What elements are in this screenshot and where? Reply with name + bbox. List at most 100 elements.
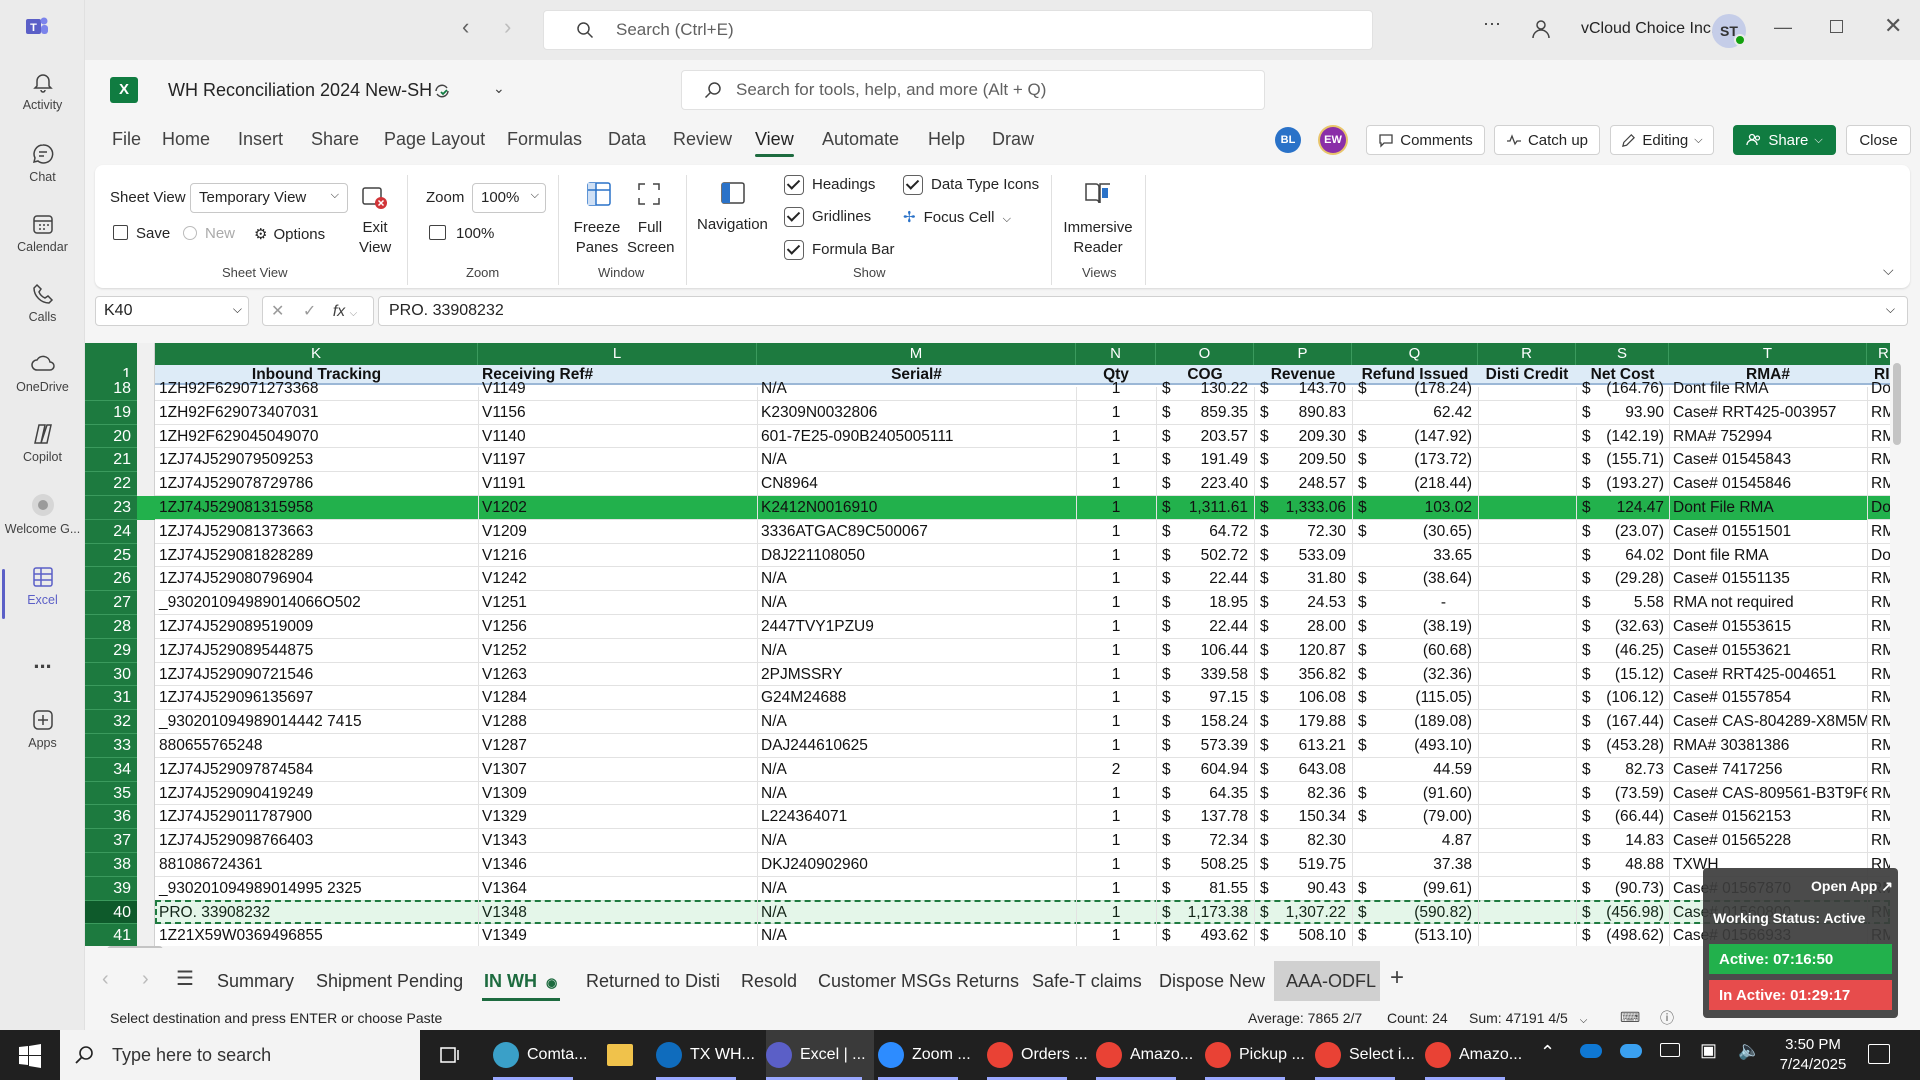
cell-serial[interactable]: N/A (757, 758, 1076, 782)
cell-receiving-ref[interactable]: V1346 (478, 853, 757, 877)
cell-rma[interactable]: Case# 01562153 (1669, 805, 1867, 829)
cell-inbound-tracking[interactable]: 1ZH92F629071273368 (155, 377, 478, 401)
table-row[interactable]: 29 1ZJ74J529089544875 V1252 N/A 1 $106.44 $120… (85, 638, 1905, 663)
sheet-tab-in-wh[interactable]: IN WH ◉ (484, 971, 557, 992)
cell-net-cost[interactable]: 48.88 (1588, 853, 1668, 877)
cell-cog[interactable]: 22.44 (1170, 567, 1252, 591)
menu-draw[interactable]: Draw (992, 129, 1034, 150)
menu-automate[interactable]: Automate (822, 129, 899, 150)
row-header[interactable]: 31 (85, 686, 137, 711)
cell-receiving-ref[interactable]: V1209 (478, 520, 757, 544)
table-row[interactable]: 36 1ZJ74J529011787900 V1329 L224364071 1 $137… (85, 805, 1905, 830)
cell-disti-credit[interactable] (1478, 401, 1576, 425)
cell-refund-issued[interactable]: (38.64) (1366, 567, 1476, 591)
cell-qty[interactable]: 1 (1076, 829, 1156, 853)
cell-receiving-ref[interactable]: V1251 (478, 591, 757, 615)
row-header[interactable]: 18 (85, 377, 137, 401)
status-sum[interactable]: Sum: 47191 4/5 ⌵ (1469, 1010, 1587, 1026)
ribbon-collapse-chevron-icon[interactable]: ⌵ (1883, 262, 1894, 279)
cell-inbound-tracking[interactable]: 1ZJ74J529081373663 (155, 520, 478, 544)
cell-receiving-ref[interactable]: V1329 (478, 805, 757, 829)
table-row[interactable]: 26 1ZJ74J529080796904 V1242 N/A 1 $22.44 $31.8… (85, 567, 1905, 592)
windows-start-icon[interactable] (18, 1044, 42, 1072)
cell-receiving-ref[interactable]: V1242 (478, 567, 757, 591)
name-box[interactable]: K40 ⌵ (95, 296, 249, 326)
table-row[interactable]: 40 PRO. 33908232 V1348 N/A 1 $1,173.38 $1,307.… (85, 899, 1905, 925)
cell-disti-credit[interactable] (1478, 805, 1576, 829)
column-header-m[interactable]: M (757, 343, 1076, 365)
cell-revenue[interactable]: 533.09 (1268, 544, 1350, 568)
cell-disti-credit[interactable] (1478, 567, 1576, 591)
row-header[interactable]: 20 (85, 424, 137, 449)
cell-disti-credit[interactable] (1478, 782, 1576, 806)
function-icon[interactable]: fx (333, 303, 345, 320)
cell-net-cost[interactable]: (29.28) (1588, 567, 1668, 591)
full-screen-icon[interactable] (636, 181, 662, 211)
cell-refund-issued[interactable]: 44.59 (1366, 758, 1476, 782)
menu-share[interactable]: Share (311, 129, 359, 150)
cell-inbound-tracking[interactable]: 1ZJ74J529078729786 (155, 472, 478, 496)
cell-net-cost[interactable]: 5.58 (1588, 591, 1668, 615)
cell-net-cost[interactable]: (193.27) (1588, 472, 1668, 496)
exit-view-button[interactable]: Exit View (359, 218, 391, 258)
table-row[interactable]: 31 1ZJ74J529096135697 V1284 G24M24688 1 $97.1… (85, 686, 1905, 711)
collaborator-avatar[interactable]: BL (1275, 127, 1301, 153)
sheet-tab-returned-to-disti[interactable]: Returned to Disti (586, 971, 720, 992)
menu-help[interactable]: Help (928, 129, 965, 150)
cell-serial[interactable]: L224364071 (757, 805, 1076, 829)
rail-chat[interactable]: Chat (0, 142, 85, 184)
cell-receiving-ref[interactable]: V1343 (478, 829, 757, 853)
tools-search-box[interactable]: Search for tools, help, and more (Alt + … (681, 70, 1265, 110)
column-header-l[interactable]: L (478, 343, 757, 365)
cell-serial[interactable]: N/A (757, 639, 1076, 663)
help-icon[interactable]: ⓘ (1660, 1008, 1674, 1028)
table-row[interactable]: 22 1ZJ74J529078729786 V1191 CN8964 1 $223.40 $… (85, 472, 1905, 496)
expand-formula-chevron-icon[interactable]: ⌵ (1886, 302, 1895, 317)
cell-receiving-ref[interactable]: V1191 (478, 472, 757, 496)
sheet-tab-dispose-new[interactable]: Dispose New (1159, 971, 1265, 992)
vertical-scroll-thumb[interactable] (1893, 363, 1901, 445)
table-row[interactable]: 37 1ZJ74J529098766403 V1343 N/A 1 $72.34 $82.3… (85, 829, 1905, 853)
volume-icon[interactable]: 🔈 (1738, 1040, 1760, 1061)
add-sheet-icon[interactable]: + (1390, 964, 1404, 992)
cell-qty[interactable]: 1 (1076, 544, 1156, 568)
row-header[interactable]: 34 (85, 757, 137, 782)
notifications-icon[interactable] (1868, 1044, 1890, 1064)
select-all-corner[interactable] (85, 343, 137, 365)
cancel-icon[interactable]: ✕ (271, 303, 284, 320)
cell-serial[interactable]: CN8964 (757, 472, 1076, 496)
cell-inbound-tracking[interactable]: 1ZJ74J529090721546 (155, 663, 478, 687)
cell-refund-issued[interactable]: (493.10) (1366, 734, 1476, 758)
cell-qty[interactable]: 1 (1076, 686, 1156, 710)
cell-qty[interactable]: 1 (1076, 782, 1156, 806)
cell-inbound-tracking[interactable]: 880655765248 (155, 734, 478, 758)
teams-search-box[interactable]: Search (Ctrl+E) (543, 10, 1373, 50)
formula-input[interactable]: PRO. 33908232 ⌵ (378, 296, 1908, 326)
cell-revenue[interactable]: 82.30 (1268, 829, 1350, 853)
cell-inbound-tracking[interactable]: 1ZJ74J529079509253 (155, 448, 478, 472)
cell-net-cost[interactable]: (106.12) (1588, 686, 1668, 710)
vertical-scrollbar[interactable] (1890, 343, 1905, 948)
rail-calls[interactable]: Calls (0, 282, 85, 324)
cell-qty[interactable]: 1 (1076, 805, 1156, 829)
cell-rma[interactable]: Dont file RMA (1669, 544, 1867, 568)
table-row[interactable]: 18 1ZH92F629071273368 V1149 N/A 1 $130.22 $143… (85, 377, 1904, 401)
cell-qty[interactable]: 1 (1076, 520, 1156, 544)
cell-serial[interactable]: DKJ240902960 (757, 853, 1076, 877)
cell-inbound-tracking[interactable]: 1ZJ74J529090419249 (155, 782, 478, 806)
cell-receiving-ref[interactable]: V1287 (478, 734, 757, 758)
table-row[interactable]: 23 1ZJ74J529081315958 V1202 K2412N0016910 1 $… (85, 496, 1904, 520)
cell-rma[interactable]: RMA# 30381386 (1669, 734, 1867, 758)
cell-revenue[interactable]: 209.30 (1268, 425, 1350, 449)
cell-rma[interactable]: Dont file RMA (1669, 377, 1867, 401)
taskbar-search-box[interactable]: Type here to search (60, 1030, 420, 1080)
cell-net-cost[interactable]: 82.73 (1588, 758, 1668, 782)
cell-serial[interactable]: N/A (757, 567, 1076, 591)
cell-revenue[interactable]: 82.36 (1268, 782, 1350, 806)
check-icon[interactable]: ✓ (303, 303, 316, 320)
column-header-t[interactable]: T (1669, 343, 1867, 365)
close-button[interactable]: Close (1846, 125, 1911, 155)
cell-rma[interactable]: Case# CAS-809561-B3T9F6-1 (1669, 782, 1867, 806)
cell-rma[interactable]: Case# 01557854 (1669, 686, 1867, 710)
cell-disti-credit[interactable] (1478, 520, 1576, 544)
